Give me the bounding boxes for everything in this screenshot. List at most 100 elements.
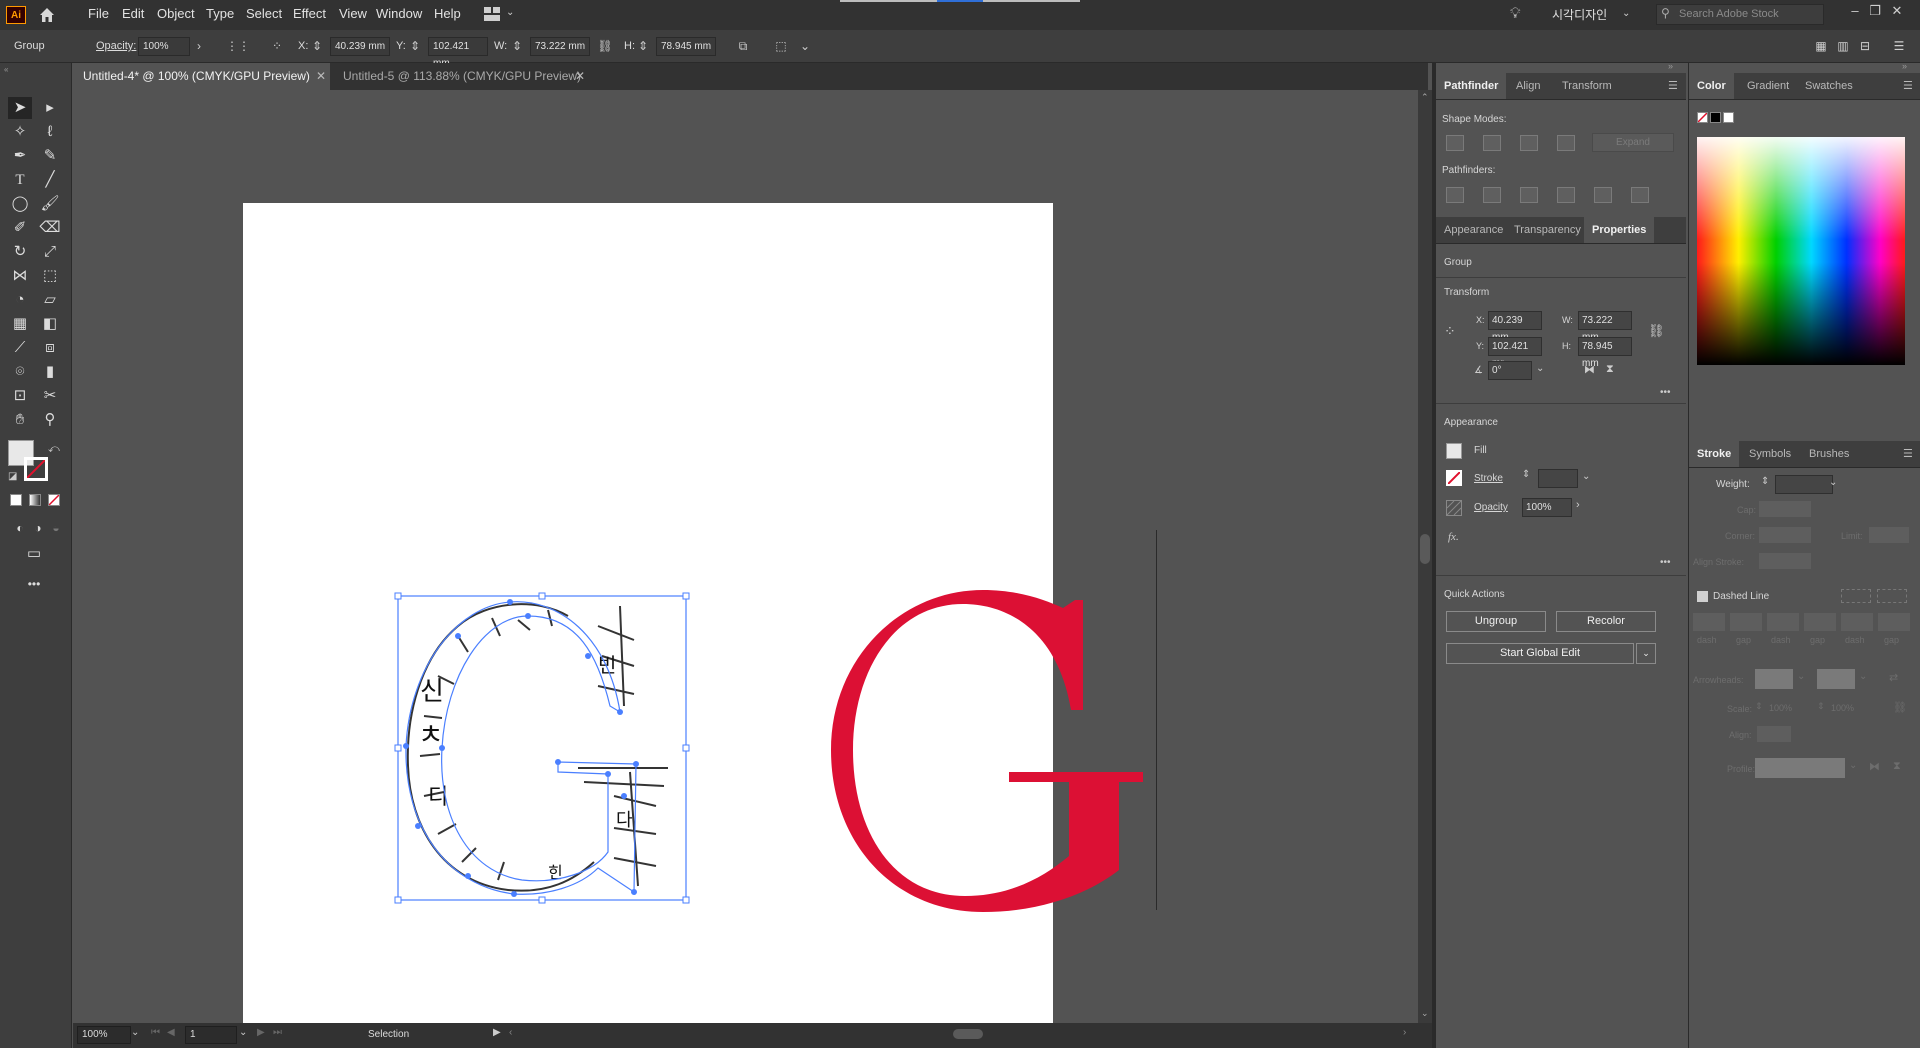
rotate-tool-icon[interactable]: ↻ xyxy=(8,241,32,263)
start-arrowhead-select[interactable] xyxy=(1755,669,1793,689)
menu-window[interactable]: Window xyxy=(376,0,422,30)
opacity-label[interactable]: Opacity: xyxy=(96,40,136,52)
tab-transparency[interactable]: Transparency xyxy=(1506,217,1589,243)
minimize-icon[interactable]: – xyxy=(1846,3,1864,21)
restore-icon[interactable]: ❐ xyxy=(1866,3,1884,21)
end-scale-field[interactable]: 100% xyxy=(1831,703,1854,713)
status-menu-icon[interactable]: ▶ xyxy=(493,1027,501,1038)
tab-gradient[interactable]: Gradient xyxy=(1739,73,1797,99)
x-field[interactable]: 40.239 mm xyxy=(1488,311,1542,343)
gradient-mode-icon[interactable] xyxy=(29,494,41,506)
dash-field[interactable] xyxy=(1767,613,1799,631)
gap-field[interactable] xyxy=(1804,613,1836,631)
reference-point-icon[interactable]: ⁘ xyxy=(1444,323,1456,340)
tab-properties[interactable]: Properties xyxy=(1584,217,1655,243)
tab-stroke[interactable]: Stroke xyxy=(1689,441,1740,467)
align-grid-icon[interactable]: ⋮⋮ xyxy=(226,38,250,54)
opacity-label[interactable]: Opacity xyxy=(1474,502,1508,513)
none-swatch[interactable] xyxy=(1697,112,1708,123)
tab-brushes[interactable]: Brushes xyxy=(1801,441,1857,467)
dash-preset-icon[interactable] xyxy=(1841,589,1871,603)
symbol-sprayer-tool-icon[interactable]: ⌾ xyxy=(8,361,32,383)
stepper-icon[interactable]: ⇕ xyxy=(1755,701,1763,712)
first-artboard-icon[interactable]: ⏮ xyxy=(151,1027,160,1038)
unite-icon[interactable] xyxy=(1446,135,1464,151)
chevron-down-icon[interactable]: ⌄ xyxy=(506,7,514,18)
dash-field[interactable] xyxy=(1693,613,1725,631)
stroke-swatch[interactable] xyxy=(1446,470,1462,486)
stepper-icon[interactable]: ⇕ xyxy=(512,38,522,54)
stepper-icon[interactable]: ⇕ xyxy=(638,38,648,54)
w-field[interactable]: 73.222 mm xyxy=(1578,311,1632,343)
more-options-icon[interactable]: ••• xyxy=(1660,557,1671,568)
menu-select[interactable]: Select xyxy=(246,0,282,30)
opacity-field[interactable]: 100% xyxy=(1522,498,1572,517)
tab-appearance[interactable]: Appearance xyxy=(1436,217,1511,243)
stepper-icon[interactable]: ⇕ xyxy=(312,38,322,54)
tab-pathfinder[interactable]: Pathfinder xyxy=(1436,73,1507,99)
arrange-panels-icon[interactable]: ▦ xyxy=(1812,38,1830,54)
minus-front-icon[interactable] xyxy=(1483,135,1501,151)
scroll-right-icon[interactable]: › xyxy=(1403,1027,1406,1038)
dash-align-preset-icon[interactable] xyxy=(1877,589,1907,603)
w-field[interactable]: 73.222 mm xyxy=(530,37,590,56)
reference-point-icon[interactable]: ⁘ xyxy=(268,38,286,54)
pen-tool-icon[interactable]: ✒ xyxy=(8,145,32,167)
menu-file[interactable]: File xyxy=(88,0,109,30)
arrow-align-buttons[interactable] xyxy=(1757,726,1791,742)
direct-selection-tool-icon[interactable]: ▸ xyxy=(38,97,62,119)
gradient-tool-icon[interactable]: ◧ xyxy=(38,313,62,335)
h-field[interactable]: 78.945 mm xyxy=(1578,337,1632,369)
arrange-documents-icon[interactable] xyxy=(484,7,500,21)
rotate-field[interactable]: 0° xyxy=(1488,361,1532,380)
chevron-down-icon[interactable]: ⌄ xyxy=(1636,643,1656,664)
stepper-icon[interactable]: ⇕ xyxy=(1522,469,1530,480)
shaper-tool-icon[interactable]: ✐ xyxy=(8,217,32,239)
stroke-weight-field[interactable] xyxy=(1538,469,1578,488)
gap-field[interactable] xyxy=(1730,613,1762,631)
chevron-down-icon[interactable]: ⌄ xyxy=(1849,760,1857,771)
stroke-swatch[interactable] xyxy=(24,457,48,481)
next-artboard-icon[interactable]: ▶ xyxy=(257,1027,265,1038)
h-field[interactable]: 78.945 mm xyxy=(656,37,716,56)
opacity-field[interactable]: 100% xyxy=(138,37,190,56)
exclude-icon[interactable] xyxy=(1557,135,1575,151)
eyedropper-tool-icon[interactable]: ⟋ xyxy=(8,337,32,359)
outline-icon[interactable] xyxy=(1594,187,1612,203)
scroll-up-icon[interactable]: ⌃ xyxy=(1421,92,1429,103)
list-menu-icon[interactable]: ☰ xyxy=(1890,38,1908,54)
shape-builder-tool-icon[interactable]: ◔ xyxy=(8,289,32,311)
zoom-tool-icon[interactable]: ⚲ xyxy=(38,409,62,431)
screen-mode-icon[interactable]: ▭ xyxy=(22,543,46,565)
cap-buttons[interactable] xyxy=(1759,501,1811,517)
paintbrush-tool-icon[interactable]: 🖌︎ xyxy=(38,193,62,215)
chevron-down-icon[interactable]: ⌄ xyxy=(239,1027,247,1038)
tab-untitled-4[interactable]: Untitled-4* @ 100% (CMYK/GPU Preview) ✕ xyxy=(73,63,330,90)
chevron-down-icon[interactable]: ⌄ xyxy=(1536,363,1544,374)
white-swatch[interactable] xyxy=(1723,112,1734,123)
chevron-down-icon[interactable]: ⌄ xyxy=(1859,671,1867,682)
y-field[interactable]: 102.421 mr xyxy=(1488,337,1542,369)
horizontal-scroll-thumb[interactable] xyxy=(953,1029,983,1039)
artboard-tool-icon[interactable]: ⊡ xyxy=(8,385,32,407)
x-field[interactable]: 40.239 mm xyxy=(330,37,390,56)
menu-type[interactable]: Type xyxy=(206,0,234,30)
menu-object[interactable]: Object xyxy=(157,0,195,30)
profile-select[interactable] xyxy=(1755,758,1845,778)
black-swatch[interactable] xyxy=(1710,112,1721,123)
stepper-icon[interactable]: ⇕ xyxy=(410,38,420,54)
recolor-button[interactable]: Recolor xyxy=(1556,611,1656,632)
gap-field[interactable] xyxy=(1878,613,1910,631)
filled-glyph[interactable] xyxy=(813,560,1233,940)
chevron-right-icon[interactable]: › xyxy=(190,38,208,54)
panel-menu-icon[interactable]: ☰ xyxy=(1903,447,1913,460)
workspace-switcher[interactable]: 시각디자인 xyxy=(1552,6,1607,23)
end-arrowhead-select[interactable] xyxy=(1817,669,1855,689)
previous-artboard-icon[interactable]: ◀ xyxy=(167,1027,175,1038)
limit-field[interactable] xyxy=(1869,527,1909,543)
line-tool-icon[interactable]: ╱ xyxy=(38,169,62,191)
panel-menu-icon[interactable]: ☰ xyxy=(1668,79,1678,92)
collapse-dock-icon[interactable]: » xyxy=(1902,61,1907,71)
chevron-down-icon[interactable]: ⌄ xyxy=(1797,671,1805,682)
link-scale-icon[interactable]: ⛓ xyxy=(1893,701,1907,714)
